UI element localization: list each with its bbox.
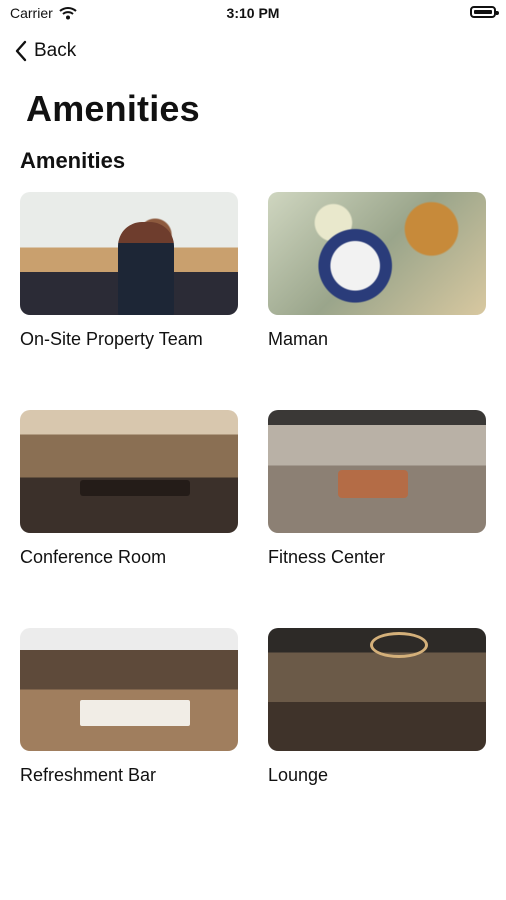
amenity-label: Lounge (268, 765, 329, 785)
amenity-label: Fitness Center (268, 547, 386, 567)
amenity-card-maman[interactable]: Maman (268, 192, 486, 410)
amenity-label: Conference Room (20, 547, 167, 567)
status-bar: Carrier 3:10 PM (0, 0, 506, 28)
amenity-card-lounge[interactable]: Lounge (268, 628, 486, 846)
amenity-label: On-Site Property Team (20, 329, 203, 349)
amenity-card-conference-room[interactable]: Conference Room (20, 410, 238, 628)
front-desk-staff-photo (20, 192, 238, 315)
amenity-card-on-site-property-team[interactable]: On-Site Property Team (20, 192, 238, 410)
bar-counter-photo (20, 628, 238, 751)
coffee-and-pastries-photo (268, 192, 486, 315)
back-label: Back (34, 40, 77, 61)
battery-icon (470, 6, 499, 18)
conference-room-photo (20, 410, 238, 533)
amenity-card-fitness-center[interactable]: Fitness Center (268, 410, 486, 628)
amenity-label: Maman (268, 329, 329, 349)
gym-equipment-photo (268, 410, 486, 533)
section-title: Amenities (20, 148, 126, 173)
chevron-left-icon (15, 40, 27, 62)
back-button[interactable]: Back (14, 40, 76, 62)
amenity-card-refreshment-bar[interactable]: Refreshment Bar (20, 628, 238, 846)
amenity-label: Refreshment Bar (20, 765, 157, 785)
amenities-grid: On-Site Property Team Maman Conference R… (20, 192, 488, 846)
status-time: 3:10 PM (226, 5, 280, 21)
lounge-seating-photo (268, 628, 486, 751)
page-title: Amenities (26, 88, 200, 129)
